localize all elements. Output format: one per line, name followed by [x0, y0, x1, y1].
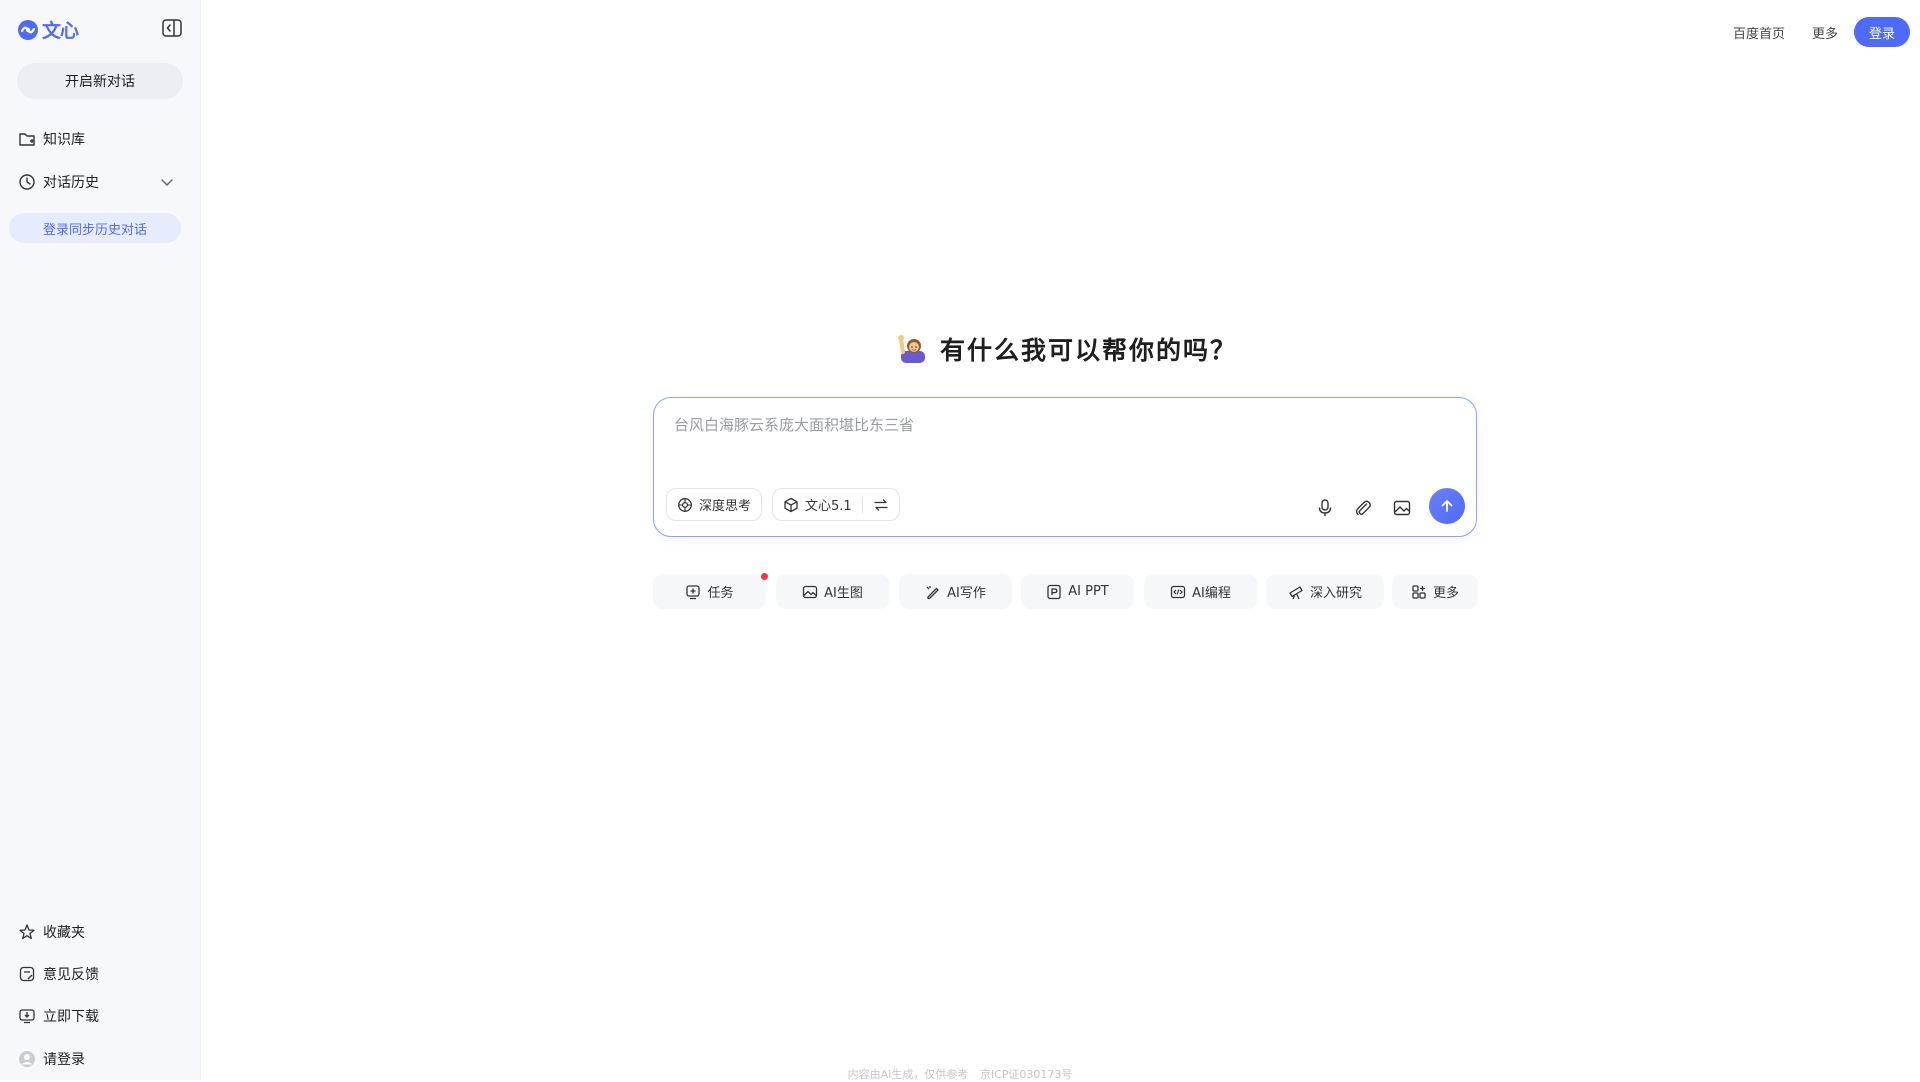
- shortcut-more[interactable]: 更多: [1392, 574, 1478, 609]
- divider: [861, 496, 863, 513]
- login-sync-label: 登录同步历史对话: [42, 222, 147, 238]
- chat-input-box: 深度思考 文心5.1: [653, 397, 1477, 537]
- login-sync-history-button[interactable]: 登录同步历史对话: [9, 213, 181, 243]
- deep-think-label: 深度思考: [699, 499, 752, 514]
- model-cube-icon: [784, 497, 798, 512]
- pen-icon: [926, 585, 939, 599]
- sidebar-item-history[interactable]: 对话历史: [18, 171, 99, 193]
- model-label: 文心5.1: [805, 499, 852, 514]
- folder-icon: [19, 133, 35, 146]
- task-icon: [686, 584, 701, 599]
- arrow-up-icon: [1441, 500, 1453, 512]
- chevron-down-icon[interactable]: [160, 175, 174, 189]
- sidebar: 文心 开启新对话 知识库 对话历史 登录同步历史对话 收藏夹 意见反馈 立即下载…: [0, 0, 201, 1080]
- shortcut-task[interactable]: 任务: [653, 574, 766, 609]
- login-button[interactable]: 登录: [1854, 17, 1910, 47]
- sidebar-item-download[interactable]: 立即下载: [18, 1005, 99, 1027]
- image-gen-icon: [802, 585, 818, 598]
- shortcut-deep-research[interactable]: 深入研究: [1266, 574, 1384, 609]
- microphone-icon[interactable]: [1315, 498, 1335, 518]
- sidebar-item-favorites[interactable]: 收藏夹: [18, 921, 85, 943]
- sidebar-collapse-icon[interactable]: [162, 19, 182, 37]
- sidebar-item-knowledge-base[interactable]: 知识库: [18, 128, 85, 150]
- deep-think-icon: [678, 497, 692, 512]
- feedback-icon: [19, 966, 35, 982]
- shortcut-ai-ppt[interactable]: AI PPT: [1021, 574, 1134, 609]
- logo[interactable]: 文心: [17, 16, 79, 43]
- star-icon: [19, 924, 35, 940]
- prompt-input[interactable]: [672, 410, 1456, 440]
- notification-dot: [761, 573, 768, 580]
- wenxin-logo-icon: [18, 19, 38, 40]
- greeting-title: 有什么我可以帮你的吗？: [940, 336, 1238, 365]
- shortcut-label: AI生图: [824, 586, 863, 601]
- shortcut-label: AI PPT: [1068, 584, 1109, 599]
- ppt-icon: [1047, 584, 1061, 599]
- shortcut-ai-writing[interactable]: AI写作: [899, 574, 1012, 609]
- clock-icon: [19, 174, 35, 190]
- shortcut-label: AI写作: [947, 586, 986, 601]
- telescope-icon: [1289, 585, 1303, 599]
- sidebar-item-label: 立即下载: [43, 1009, 99, 1025]
- new-chat-label: 开启新对话: [65, 74, 135, 90]
- baidu-home-link[interactable]: 百度首页: [1733, 23, 1785, 42]
- shortcut-label: 任务: [707, 586, 734, 601]
- grid-more-icon: [1412, 584, 1426, 599]
- logo-text: 文心: [42, 20, 79, 42]
- model-selector[interactable]: 文心5.1: [772, 488, 900, 521]
- ai-disclaimer: 内容由AI生成，仅供参考: [847, 1068, 969, 1081]
- shortcut-label: AI编程: [1192, 586, 1231, 601]
- more-link[interactable]: 更多: [1812, 23, 1838, 42]
- icp-license-link[interactable]: 京ICP证030173号: [980, 1068, 1073, 1081]
- shortcut-label: 更多: [1432, 586, 1459, 601]
- login-button-label: 登录: [1868, 26, 1895, 42]
- switch-model-icon[interactable]: [873, 497, 889, 513]
- sidebar-item-label: 收藏夹: [43, 925, 85, 941]
- image-upload-icon[interactable]: [1392, 498, 1412, 518]
- sidebar-item-label: 知识库: [43, 132, 85, 148]
- greeting: 有什么我可以帮你的吗？: [898, 331, 1237, 367]
- person-raising-hand-icon: [898, 335, 925, 363]
- deep-think-toggle[interactable]: 深度思考: [666, 488, 763, 521]
- sidebar-item-feedback[interactable]: 意见反馈: [18, 963, 99, 985]
- sidebar-item-label: 对话历史: [43, 175, 99, 191]
- code-icon: [1170, 585, 1186, 598]
- send-button[interactable]: [1429, 488, 1465, 524]
- shortcut-label: 深入研究: [1309, 586, 1362, 601]
- shortcut-ai-image[interactable]: AI生图: [776, 574, 889, 609]
- download-icon: [19, 1009, 35, 1024]
- sidebar-item-label: 意见反馈: [43, 967, 99, 983]
- new-chat-button[interactable]: 开启新对话: [17, 63, 183, 99]
- shortcut-ai-coding[interactable]: AI编程: [1144, 574, 1257, 609]
- attachment-icon[interactable]: [1353, 498, 1373, 518]
